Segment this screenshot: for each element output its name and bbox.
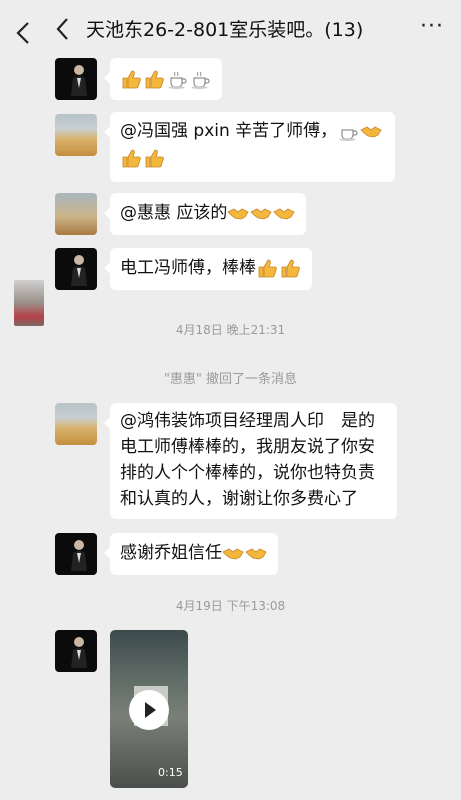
message-bubble[interactable]: @冯国强 pxin 辛苦了师傅， (104, 112, 395, 182)
coffee-emoji (168, 71, 187, 89)
message-text: 感谢乔姐信任 (120, 543, 222, 563)
handshake-emoji (250, 208, 272, 220)
message-text-line: 排的人个个棒棒的，说你也特负责 (120, 463, 375, 483)
video-message[interactable]: 0:15 (110, 630, 188, 788)
recall-notice: "惠惠" 撤回了一条消息 (163, 372, 298, 387)
avatar[interactable] (55, 630, 97, 672)
close-back-icon[interactable] (10, 20, 36, 46)
thumbs-up-emoji (122, 70, 141, 89)
thumbs-up-emoji (145, 70, 164, 89)
message-bubble[interactable] (104, 58, 222, 100)
play-icon[interactable] (129, 690, 169, 730)
more-options-icon[interactable]: ··· (420, 14, 444, 39)
handshake-emoji (273, 208, 295, 220)
message-bubble[interactable]: 电工冯师傅，棒棒 (104, 248, 312, 290)
thumbs-up-emoji (145, 149, 164, 168)
handshake-emoji (222, 548, 244, 560)
message-bubble[interactable]: @鸿伟装饰项目经理周人印 是的 电工师傅棒棒的，我朋友说了你安 排的人个个棒棒的… (104, 403, 397, 519)
avatar[interactable] (55, 403, 97, 445)
message-text-line: 电工师傅棒棒的，我朋友说了你安 (120, 437, 375, 457)
handshake-emoji (360, 126, 382, 138)
avatar[interactable] (55, 114, 97, 156)
chat-header: 天池东26-2-801室乐装吧。(13) ··· (0, 0, 461, 58)
message-text: @冯国强 pxin 辛苦了师傅， (120, 121, 338, 141)
message-text: 电工冯师傅，棒棒 (120, 258, 256, 278)
message-bubble[interactable]: 感谢乔姐信任 (104, 533, 278, 575)
thumbs-up-emoji (281, 259, 300, 278)
message-text-line: 和认真的人，谢谢让你多费心了 (120, 489, 358, 509)
video-duration: 0:15 (158, 766, 183, 779)
avatar[interactable] (55, 248, 97, 290)
message-text: @惠惠 应该的 (120, 203, 228, 223)
timestamp: 4月18日 晚上21:31 (175, 323, 286, 337)
handshake-emoji (245, 548, 267, 560)
coffee-emoji (191, 71, 210, 89)
thumbs-up-emoji (122, 149, 141, 168)
user-photo-thumbnail[interactable] (14, 280, 44, 326)
back-arrow-icon[interactable] (52, 16, 74, 42)
avatar[interactable] (55, 533, 97, 575)
avatar[interactable] (55, 193, 97, 235)
coffee-emoji (339, 129, 358, 141)
chat-title: 天池东26-2-801室乐装吧。(13) (86, 19, 364, 41)
message-bubble[interactable]: @惠惠 应该的 (103, 193, 307, 235)
handshake-emoji (227, 208, 249, 220)
avatar[interactable] (55, 58, 97, 100)
timestamp: 4月19日 下午13:08 (175, 599, 286, 613)
message-text-line: @鸿伟装饰项目经理周人印 是的 (120, 411, 375, 431)
thumbs-up-emoji (258, 259, 277, 278)
